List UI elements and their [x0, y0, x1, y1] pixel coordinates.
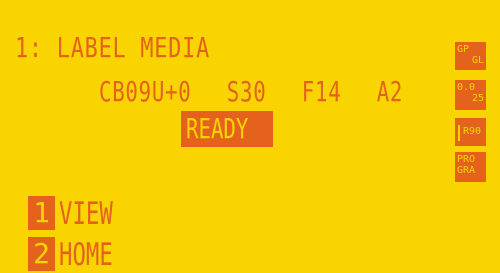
- status-text: READY: [186, 112, 249, 145]
- menu-item-label: VIEW: [59, 196, 113, 232]
- status-badge: READY: [181, 111, 273, 147]
- rotate-label: R90: [463, 126, 482, 137]
- menu-item-number: 1: [28, 196, 55, 230]
- rotate-bar-icon: [458, 125, 460, 141]
- program-line2: GRA: [457, 165, 476, 176]
- screen-title: 1: LABEL MEDIA: [15, 31, 211, 64]
- offset-line1: 0.0: [457, 82, 476, 93]
- gp-gl-line1: GP: [457, 44, 470, 55]
- gp-gl-line2: GL: [471, 55, 484, 66]
- gp-gl-button[interactable]: GP GL: [455, 42, 486, 70]
- offset-button[interactable]: 0.0 25: [455, 80, 486, 110]
- menu-item-home[interactable]: 2 HOME: [28, 237, 138, 271]
- offset-line2: 25: [471, 93, 484, 104]
- lcd-display: 1: LABEL MEDIA CB09U+0 S30 F14 A2 READY …: [0, 0, 500, 271]
- media-parameters: CB09U+0 S30 F14 A2: [99, 75, 404, 108]
- menu-item-label: HOME: [59, 237, 113, 273]
- program-button[interactable]: PRO GRA: [455, 152, 486, 182]
- rotate-button[interactable]: R90: [455, 118, 486, 146]
- program-line1: PRO: [457, 154, 476, 165]
- menu-item-number: 2: [28, 237, 55, 271]
- menu-item-view[interactable]: 1 VIEW: [28, 196, 138, 230]
